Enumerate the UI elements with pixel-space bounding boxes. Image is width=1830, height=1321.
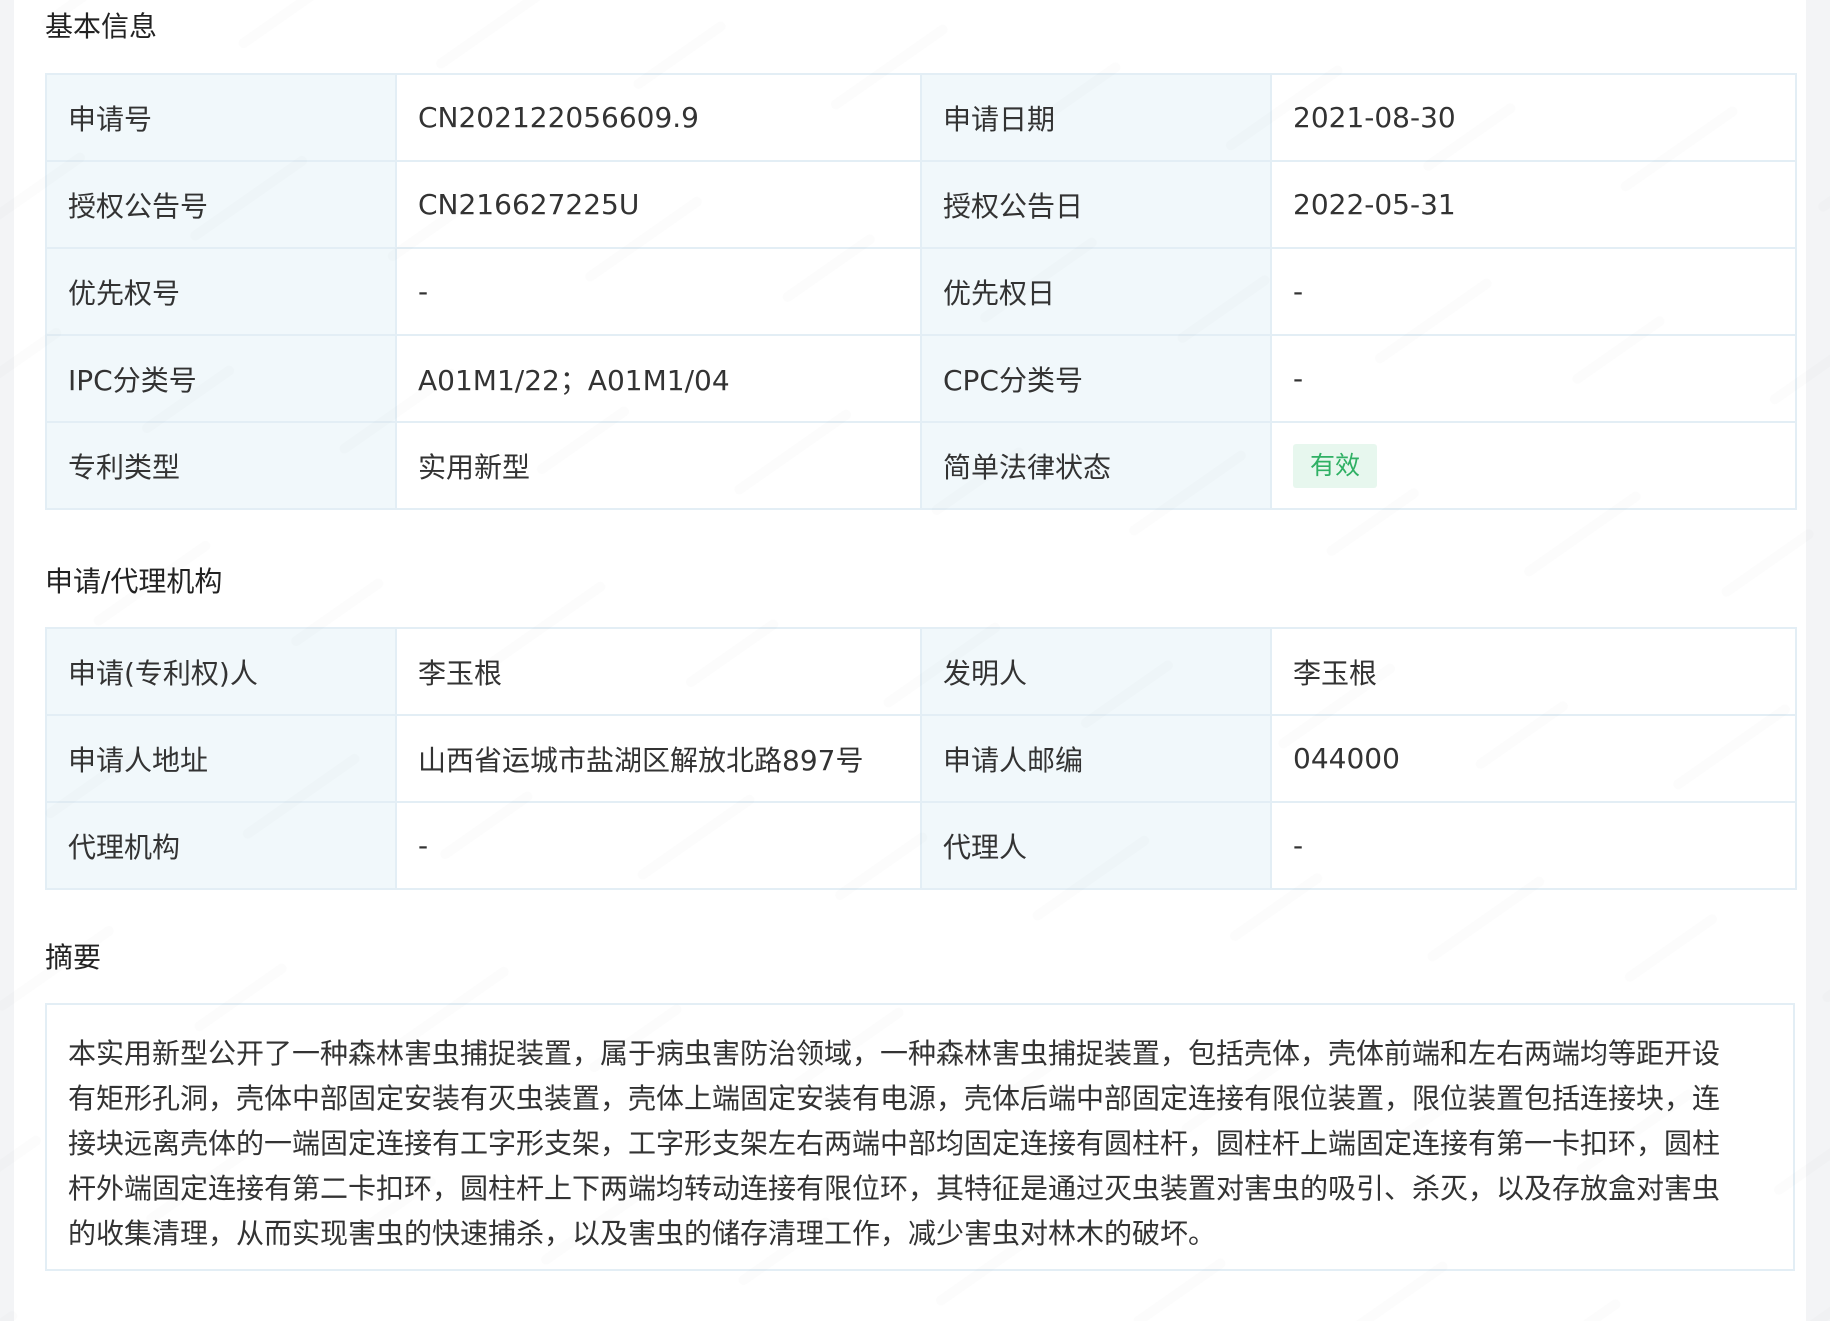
label-applicant-address: 申请人地址 — [45, 714, 397, 803]
label-ipc-class: IPC分类号 — [45, 334, 397, 423]
value-legal-status-cell: 有效 — [1270, 421, 1797, 510]
table-row: 申请号 CN202122056609.9 申请日期 2021-08-30 — [45, 73, 1797, 162]
table-row: 授权公告号 CN216627225U 授权公告日 2022-05-31 — [45, 160, 1797, 249]
label-legal-status: 简单法律状态 — [920, 421, 1272, 510]
value-priority-date: - — [1270, 247, 1797, 336]
label-application-number: 申请号 — [45, 73, 397, 162]
value-priority-number: - — [395, 247, 922, 336]
abstract-box: 本实用新型公开了一种森林害虫捕捉装置，属于病虫害防治领域，一种森林害虫捕捉装置，… — [45, 1003, 1795, 1271]
value-agency: - — [395, 801, 922, 890]
label-inventor: 发明人 — [920, 627, 1272, 716]
label-applicant-postcode: 申请人邮编 — [920, 714, 1272, 803]
label-priority-date: 优先权日 — [920, 247, 1272, 336]
label-priority-number: 优先权号 — [45, 247, 397, 336]
table-row: 专利类型 实用新型 简单法律状态 有效 — [45, 421, 1797, 510]
label-grant-publication-number: 授权公告号 — [45, 160, 397, 249]
value-application-date: 2021-08-30 — [1270, 73, 1797, 162]
section-title-basic-info: 基本信息 — [45, 10, 158, 43]
label-agency: 代理机构 — [45, 801, 397, 890]
value-grant-publication-number: CN216627225U — [395, 160, 922, 249]
label-agent: 代理人 — [920, 801, 1272, 890]
label-applicant: 申请(专利权)人 — [45, 627, 397, 716]
section-title-agency: 申请/代理机构 — [45, 565, 223, 598]
value-ipc-class: A01M1/22；A01M1/04 — [395, 334, 922, 423]
table-row: 申请人地址 山西省运城市盐湖区解放北路897号 申请人邮编 044000 — [45, 714, 1797, 803]
label-cpc-class: CPC分类号 — [920, 334, 1272, 423]
value-agent: - — [1270, 801, 1797, 890]
table-row: IPC分类号 A01M1/22；A01M1/04 CPC分类号 - — [45, 334, 1797, 423]
status-badge: 有效 — [1293, 443, 1378, 488]
value-cpc-class: - — [1270, 334, 1797, 423]
label-application-date: 申请日期 — [920, 73, 1272, 162]
section-title-abstract: 摘要 — [45, 941, 102, 974]
value-applicant-address: 山西省运城市盐湖区解放北路897号 — [395, 714, 922, 803]
value-patent-type: 实用新型 — [395, 421, 922, 510]
page: 基本信息 申请号 CN202122056609.9 申请日期 2021-08-3… — [0, 0, 1830, 1321]
value-applicant-postcode: 044000 — [1270, 714, 1797, 803]
basic-info-table: 申请号 CN202122056609.9 申请日期 2021-08-30 授权公… — [45, 73, 1797, 510]
value-inventor: 李玉根 — [1270, 627, 1797, 716]
value-application-number: CN202122056609.9 — [395, 73, 922, 162]
table-row: 优先权号 - 优先权日 - — [45, 247, 1797, 336]
label-patent-type: 专利类型 — [45, 421, 397, 510]
value-grant-publication-date: 2022-05-31 — [1270, 160, 1797, 249]
table-row: 申请(专利权)人 李玉根 发明人 李玉根 — [45, 627, 1797, 716]
abstract-text: 本实用新型公开了一种森林害虫捕捉装置，属于病虫害防治领域，一种森林害虫捕捉装置，… — [68, 1037, 1721, 1250]
table-row: 代理机构 - 代理人 - — [45, 801, 1797, 890]
agency-table: 申请(专利权)人 李玉根 发明人 李玉根 申请人地址 山西省运城市盐湖区解放北路… — [45, 627, 1797, 890]
value-applicant: 李玉根 — [395, 627, 922, 716]
label-grant-publication-date: 授权公告日 — [920, 160, 1272, 249]
